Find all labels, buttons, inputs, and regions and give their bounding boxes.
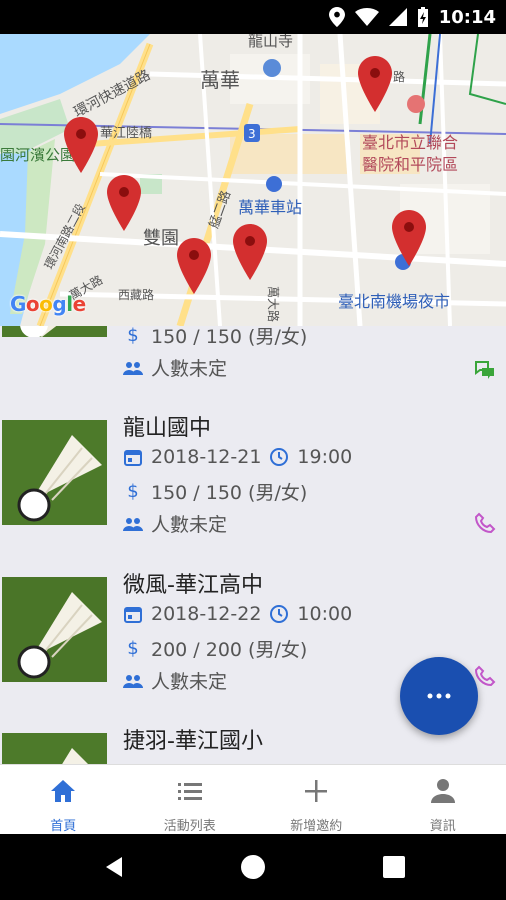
shuttlecock-thumbnail xyxy=(2,326,107,337)
shuttlecock-thumbnail xyxy=(2,577,107,682)
people-row: 人數未定 xyxy=(123,667,227,694)
event-price: 150 / 150 (男/女) xyxy=(151,482,308,504)
shuttlecock-thumbnail xyxy=(2,420,107,525)
event-card[interactable]: 龍山國中 2018-12-21 19:00 $ 150 / 150 (男/女) … xyxy=(0,406,506,546)
datetime-row: 2018-12-21 19:00 xyxy=(123,446,352,468)
home-button-icon[interactable] xyxy=(239,853,267,881)
event-people: 人數未定 xyxy=(151,358,228,380)
map-pin[interactable] xyxy=(358,56,392,112)
nav-label: 新增邀約 xyxy=(290,819,343,834)
status-bar: 10:14 xyxy=(0,0,506,34)
home-icon xyxy=(51,780,76,802)
event-title: 捷羽-華江國小 xyxy=(123,729,263,754)
back-icon[interactable] xyxy=(100,853,128,881)
event-title: 微風-華江高中 xyxy=(123,573,263,598)
plus-icon xyxy=(305,780,328,802)
event-date: 2018-12-22 xyxy=(151,603,262,625)
map-label-shuangyuan: 雙園 xyxy=(143,228,179,249)
map-label-huajiang-bridge: 華江陸橋 xyxy=(100,126,153,141)
status-time: 10:14 xyxy=(438,6,496,28)
calendar-icon xyxy=(123,447,143,467)
nav-label: 首頁 xyxy=(50,819,77,834)
shuttlecock-thumbnail xyxy=(2,733,107,764)
datetime-row: 2018-12-22 10:00 xyxy=(123,603,352,625)
people-row: 人數未定 xyxy=(123,510,227,537)
event-people: 人數未定 xyxy=(151,671,228,693)
map-label-wanhua-station: 萬華車站 xyxy=(238,198,303,217)
event-time: 10:00 xyxy=(297,603,353,625)
status-icons: 10:14 xyxy=(328,0,496,34)
map-view[interactable]: 3 龍山寺 萬華 環河快速道路 華江陸橋 園河濱公園 臺北市立聯合 醫院和平院區… xyxy=(0,34,506,326)
road-shield-label: 3 xyxy=(248,127,256,141)
event-price: 200 / 200 (男/女) xyxy=(151,639,308,661)
signal-icon xyxy=(388,8,407,26)
map-label-lu-suffix: 路 xyxy=(393,70,406,84)
battery-charging-icon xyxy=(417,7,428,27)
nav-label: 資訊 xyxy=(429,819,456,834)
location-icon xyxy=(328,7,345,27)
map-pin[interactable] xyxy=(392,210,426,266)
bottom-navigation: 首頁 活動列表 新增邀約 資訊 xyxy=(0,764,506,834)
nav-item-new-invite[interactable]: 新增邀約 xyxy=(253,765,380,834)
map-label-wanhua: 萬華 xyxy=(200,68,240,92)
wifi-icon xyxy=(354,8,379,26)
map-pin[interactable] xyxy=(107,175,141,231)
nav-label: 活動列表 xyxy=(163,819,216,834)
people-row: 人數未定 xyxy=(123,354,227,381)
map-label-longshan-temple: 龍山寺 xyxy=(248,34,294,50)
more-options-fab[interactable] xyxy=(400,657,478,735)
event-date: 2018-12-21 xyxy=(151,446,262,468)
event-title: 龍山國中 xyxy=(123,416,212,441)
system-navigation-bar xyxy=(0,834,506,900)
clock-icon xyxy=(269,447,289,467)
group-icon xyxy=(123,514,143,534)
map-pin[interactable] xyxy=(177,238,211,294)
google-logo: Google xyxy=(10,292,86,316)
map-label-xiyuan-rd: 西藏路 xyxy=(118,288,155,302)
dollar-icon: $ xyxy=(127,481,139,502)
group-icon xyxy=(123,358,143,378)
map-label-nanjichang-market: 臺北南機場夜市 xyxy=(338,292,451,311)
price-row: $ 150 / 150 (男/女) xyxy=(123,326,307,349)
nav-item-activity-list[interactable]: 活動列表 xyxy=(127,765,254,834)
event-price: 150 / 150 (男/女) xyxy=(151,326,308,348)
price-row: $ 200 / 200 (男/女) xyxy=(123,635,307,662)
list-icon xyxy=(177,783,202,800)
map-label-hospital: 臺北市立聯合 醫院和平院區 xyxy=(362,133,459,174)
price-row: $ 150 / 150 (男/女) xyxy=(123,478,307,505)
phone-icon[interactable] xyxy=(474,512,496,534)
clock-icon xyxy=(269,604,289,624)
person-icon xyxy=(430,779,455,803)
recents-icon[interactable] xyxy=(380,853,408,881)
event-time: 19:00 xyxy=(297,446,353,468)
event-card[interactable]: $ 150 / 150 (男/女) 人數未定 xyxy=(0,326,506,380)
event-people: 人數未定 xyxy=(151,514,228,536)
phone-icon[interactable] xyxy=(474,665,496,687)
dollar-icon: $ xyxy=(127,326,139,346)
map-pin[interactable] xyxy=(233,224,267,280)
nav-item-home[interactable]: 首頁 xyxy=(0,765,127,834)
dollar-icon: $ xyxy=(127,638,139,659)
calendar-icon xyxy=(123,604,143,624)
map-label-gaoda-rd: 萬大路 xyxy=(266,286,280,323)
more-horiz-icon xyxy=(427,693,451,699)
map-pin[interactable] xyxy=(64,117,98,173)
group-icon xyxy=(123,671,143,691)
chat-icon[interactable] xyxy=(474,358,496,380)
nav-item-info[interactable]: 資訊 xyxy=(380,765,506,834)
